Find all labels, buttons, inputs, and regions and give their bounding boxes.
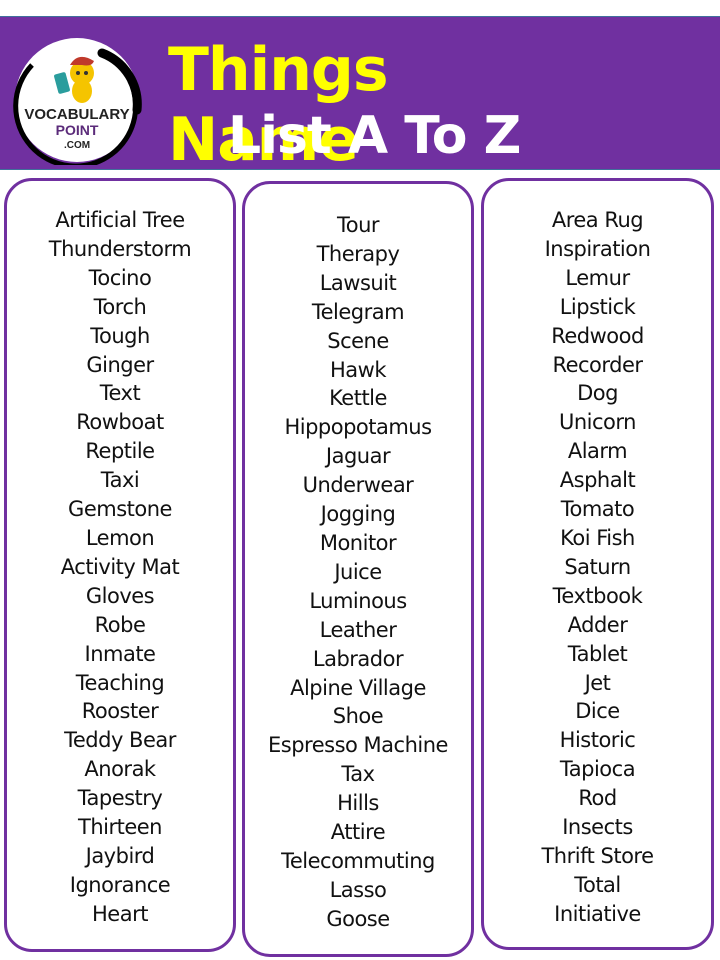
word-list-3: Area Rug Inspiration Lemur Lipstick Redwood R… [484,181,711,929]
word-column-2: Tour Therapy Lawsuit Telegram Scene Hawk Kettl… [242,181,474,957]
list-item: Goose [326,906,390,931]
vocabulary-point-logo: VOCABULARY POINT .COM [12,35,142,165]
list-item: Jet [584,670,611,695]
list-item: Ignorance [69,872,171,897]
list-item: Telegram [311,299,405,324]
list-item: Thrift Store [541,843,654,868]
list-item: Torch [93,294,147,319]
list-item: Redwood [551,323,644,348]
list-item: Shoe [332,704,384,729]
list-item: Tapestry [77,786,163,811]
list-item: Thirteen [78,815,163,840]
list-item: Robe [94,612,146,637]
logo-line2: POINT [56,122,99,138]
list-item: Telecommuting [281,848,435,873]
list-item: Lawsuit [319,270,397,295]
list-item: Tapioca [559,757,636,782]
list-item: Tablet [567,641,628,666]
list-item: Kettle [329,386,387,411]
list-item: Jaybird [85,843,155,868]
list-item: Ginger [86,352,154,377]
list-item: Reptile [85,439,155,464]
list-item: Gemstone [68,497,172,522]
list-item: Dice [575,699,620,724]
list-item: Rod [578,786,617,811]
list-item: Hills [337,791,379,816]
list-item: Rooster [81,699,159,724]
list-item: Dog [577,381,618,406]
header-banner: VOCABULARY POINT .COM Things Name List A… [0,16,720,175]
list-item: Adder [567,612,628,637]
logo-line1: VOCABULARY [24,106,129,123]
list-item: Inmate [84,641,156,666]
logo-line3: .COM [64,140,90,151]
list-item: Unicorn [559,410,636,435]
list-item: Text [99,381,141,406]
list-item: Espresso Machine [268,733,448,758]
list-item: Historic [559,728,636,753]
list-item: Heart [92,901,148,926]
list-item: Attire [330,820,386,845]
list-item: Lipstick [559,294,636,319]
list-item: Tough [90,323,150,348]
list-item: Taxi [100,468,140,493]
list-item: Saturn [564,554,631,579]
list-item: Total [574,872,621,897]
list-item: Lasso [329,877,387,902]
list-item: Jogging [320,502,396,527]
word-list-2: Tour Therapy Lawsuit Telegram Scene Hawk Kettl… [245,184,471,934]
list-item: Initiative [554,901,641,926]
list-item: Area Rug [551,208,644,232]
list-item: Hawk [330,357,387,382]
word-column-3: Area Rug Inspiration Lemur Lipstick Redwood R… [481,178,714,950]
list-item: Anorak [84,757,156,782]
list-item: Tour [336,213,380,237]
list-item: Hippopotamus [284,415,432,440]
list-item: Textbook [552,583,643,608]
list-item: Teddy Bear [64,728,176,753]
list-item: Thunderstorm [48,236,192,261]
list-item: Alpine Village [290,675,426,700]
list-item: Scene [327,328,389,353]
list-item: Luminous [309,588,407,613]
list-item: Recorder [552,352,643,377]
word-column-1: Artificial Tree Thunderstorm Tocino Torch To… [4,178,236,952]
list-item: Lemon [85,525,155,550]
list-item: Alarm [567,439,628,464]
list-item: Gloves [85,583,155,608]
page-subtitle: List A To Z [228,106,521,166]
list-item: Asphalt [559,468,636,493]
list-item: Tocino [88,265,152,290]
list-item: Teaching [75,670,165,695]
word-list-1: Artificial Tree Thunderstorm Tocino Torch To… [7,181,233,929]
list-item: Inspiration [544,236,651,261]
list-item: Labrador [312,646,404,671]
list-item: Lemur [565,265,630,290]
list-item: Tomato [560,497,635,522]
list-item: Koi Fish [560,525,635,550]
list-item: Underwear [302,473,414,498]
logo-mascot-icon: VOCABULARY POINT .COM [13,38,142,165]
list-item: Insects [562,815,633,840]
list-item: Activity Mat [60,554,180,579]
list-item: Rowboat [76,410,164,435]
list-item: Leather [319,617,397,642]
list-item: Jaguar [325,444,391,469]
list-item: Monitor [319,530,397,555]
list-item: Artificial Tree [55,208,185,232]
list-item: Tax [341,762,375,787]
list-item: Juice [334,559,382,584]
list-item: Therapy [316,241,400,266]
